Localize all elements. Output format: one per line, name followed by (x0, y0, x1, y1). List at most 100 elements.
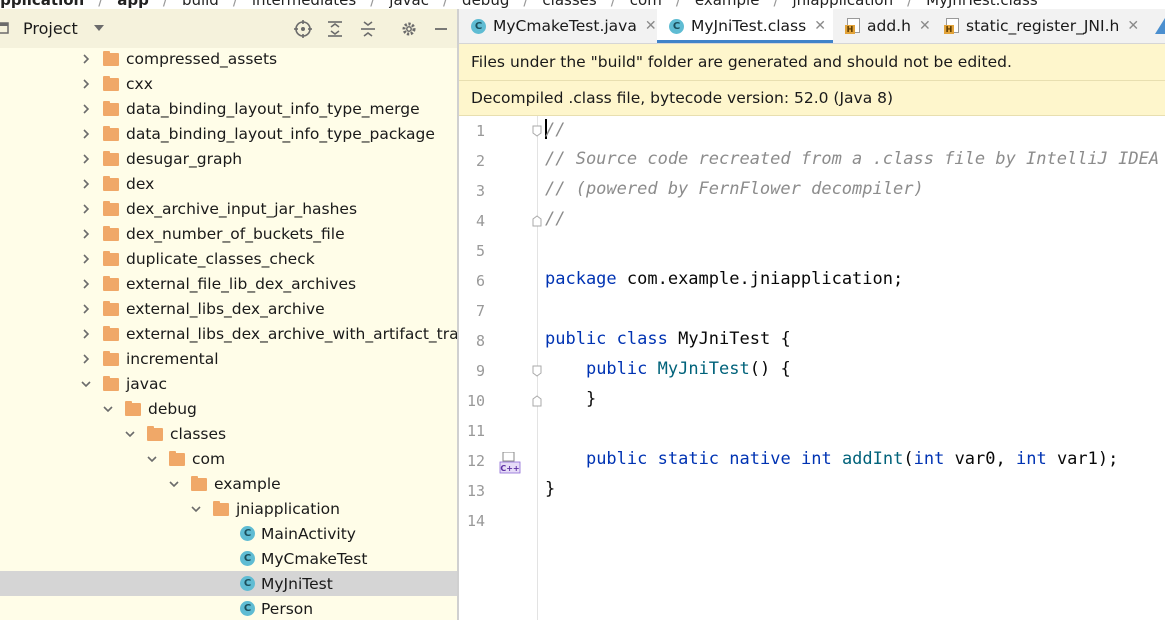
tree-folder-row[interactable]: dex_number_of_buckets_file (0, 221, 457, 246)
project-view-title[interactable]: Project (23, 19, 78, 38)
chevron-right-icon[interactable] (80, 253, 92, 265)
tree-item-label: data_binding_layout_info_type_package (126, 124, 435, 143)
tab-overflow-icon[interactable] (1155, 18, 1165, 34)
tree-folder-row[interactable]: compressed_assets (0, 46, 457, 71)
project-panel-header: Project (0, 9, 457, 48)
tree-folder-row[interactable]: classes (0, 421, 457, 446)
tree-folder-row[interactable]: external_libs_dex_archive_with_artifact_… (0, 321, 457, 346)
breadcrumb-item[interactable]: MyJniTest.class (926, 0, 1037, 9)
breadcrumb-separator: / (98, 0, 104, 9)
tree-folder-row[interactable]: data_binding_layout_info_type_package (0, 121, 457, 146)
chevron-down-icon[interactable] (124, 428, 136, 440)
tree-folder-row[interactable]: dex (0, 171, 457, 196)
chevron-right-icon[interactable] (80, 53, 92, 65)
breadcrumb-item[interactable]: application (0, 0, 84, 9)
tree-item-label: incremental (126, 349, 219, 368)
tree-folder-row[interactable]: example (0, 471, 457, 496)
code-line: public MyJniTest() { (585, 359, 791, 379)
code-line: package com.example.jniapplication; (545, 269, 904, 289)
tree-folder-row[interactable]: incremental (0, 346, 457, 371)
code-line: } (545, 389, 597, 409)
tree-folder-row[interactable]: duplicate_classes_check (0, 246, 457, 271)
tree-folder-row[interactable]: javac (0, 371, 457, 396)
chevron-right-icon[interactable] (80, 128, 92, 140)
breadcrumb-item[interactable]: javac (389, 0, 429, 9)
chevron-down-icon[interactable] (146, 453, 158, 465)
breadcrumb-item[interactable]: build (182, 0, 219, 9)
locate-target-icon[interactable] (292, 18, 314, 40)
breadcrumb-separator: / (232, 0, 238, 9)
code-line: public class MyJniTest { (545, 329, 791, 349)
folder-icon (213, 501, 229, 517)
collapse-all-icon[interactable] (357, 18, 379, 40)
line-number: 5 (475, 242, 485, 260)
tree-folder-row[interactable]: data_binding_layout_info_type_merge (0, 96, 457, 121)
line-number: 11 (466, 422, 485, 440)
tree-item-label: external_libs_dex_archive (126, 299, 325, 318)
tree-folder-row[interactable]: debug (0, 396, 457, 421)
breadcrumb-item[interactable]: example (695, 0, 760, 9)
chevron-right-icon[interactable] (80, 328, 92, 340)
tree-folder-row[interactable]: desugar_graph (0, 146, 457, 171)
tree-class-row[interactable]: C MainActivity (0, 521, 457, 546)
chevron-right-icon[interactable] (80, 353, 92, 365)
folder-icon (103, 276, 119, 292)
tree-item-label: desugar_graph (126, 149, 243, 168)
chevron-right-icon[interactable] (80, 278, 92, 290)
tree-item-label: example (214, 474, 281, 493)
tree-folder-row[interactable]: cxx (0, 71, 457, 96)
project-icon (0, 22, 9, 34)
breadcrumb-separator: / (523, 0, 529, 9)
chevron-right-icon[interactable] (80, 303, 92, 315)
editor-tab-label: add.h (867, 17, 911, 35)
folder-icon (103, 376, 119, 392)
tree-item-label: cxx (126, 74, 153, 93)
chevron-right-icon[interactable] (80, 153, 92, 165)
chevron-right-icon[interactable] (80, 178, 92, 190)
code-editor[interactable]: // // Source code recreated from a .class… (537, 116, 1165, 620)
cpp-native-marker-icon[interactable]: C++ (499, 451, 521, 474)
gear-icon[interactable] (398, 18, 420, 40)
chevron-right-icon[interactable] (80, 228, 92, 240)
editor-tab[interactable]: Hadd.h ✕ (833, 9, 932, 43)
chevron-down-icon[interactable] (168, 478, 180, 490)
close-icon[interactable]: ✕ (1127, 18, 1139, 34)
close-icon[interactable]: ✕ (814, 18, 826, 34)
tree-class-row[interactable]: C Person (0, 596, 457, 620)
breadcrumb-item[interactable]: debug (462, 0, 509, 9)
tree-class-row[interactable]: C MyCmakeTest (0, 546, 457, 571)
breadcrumb-item[interactable]: app (117, 0, 149, 9)
close-icon[interactable]: ✕ (645, 18, 657, 34)
hide-panel-icon[interactable] (430, 18, 452, 40)
line-number: 7 (475, 302, 485, 320)
editor-tab[interactable]: C MyCmakeTest.java ✕ (459, 9, 657, 43)
chevron-right-icon[interactable] (80, 203, 92, 215)
breadcrumb-item[interactable]: com (630, 0, 662, 9)
tree-folder-row[interactable]: jniapplication (0, 496, 457, 521)
breadcrumb: application / app / build / intermediates / java… (0, 0, 1165, 9)
tree-item-label: duplicate_classes_check (126, 249, 315, 268)
chevron-down-icon[interactable] (93, 22, 105, 34)
breadcrumb-separator: / (675, 0, 681, 9)
tree-folder-row[interactable]: external_libs_dex_archive (0, 296, 457, 321)
chevron-down-icon[interactable] (80, 378, 92, 390)
project-panel: Project compressed_assetscxx data_binding… (0, 9, 457, 620)
tree-folder-row[interactable]: com (0, 446, 457, 471)
tree-class-row[interactable]: C MyJniTest (0, 571, 457, 596)
tree-folder-row[interactable]: dex_archive_input_jar_hashes (0, 196, 457, 221)
chevron-right-icon[interactable] (80, 103, 92, 115)
line-number: 2 (475, 152, 485, 170)
breadcrumb-item[interactable]: classes (542, 0, 596, 9)
chevron-down-icon[interactable] (190, 503, 202, 515)
editor-tab[interactable]: C MyJniTest.class ✕ (657, 9, 833, 43)
chevron-right-icon[interactable] (80, 78, 92, 90)
editor-tab[interactable]: Hstatic_register_JNI.h ✕ (932, 9, 1165, 43)
breadcrumb-item[interactable]: jniapplication (793, 0, 894, 9)
close-icon[interactable]: ✕ (919, 18, 931, 34)
decompiled-class-notice: Decompiled .class file, bytecode version… (459, 81, 1165, 116)
tree-item-label: MyJniTest (261, 574, 333, 593)
tree-folder-row[interactable]: external_file_lib_dex_archives (0, 271, 457, 296)
chevron-down-icon[interactable] (102, 403, 114, 415)
expand-all-icon[interactable] (324, 18, 346, 40)
breadcrumb-item[interactable]: intermediates (252, 0, 356, 9)
